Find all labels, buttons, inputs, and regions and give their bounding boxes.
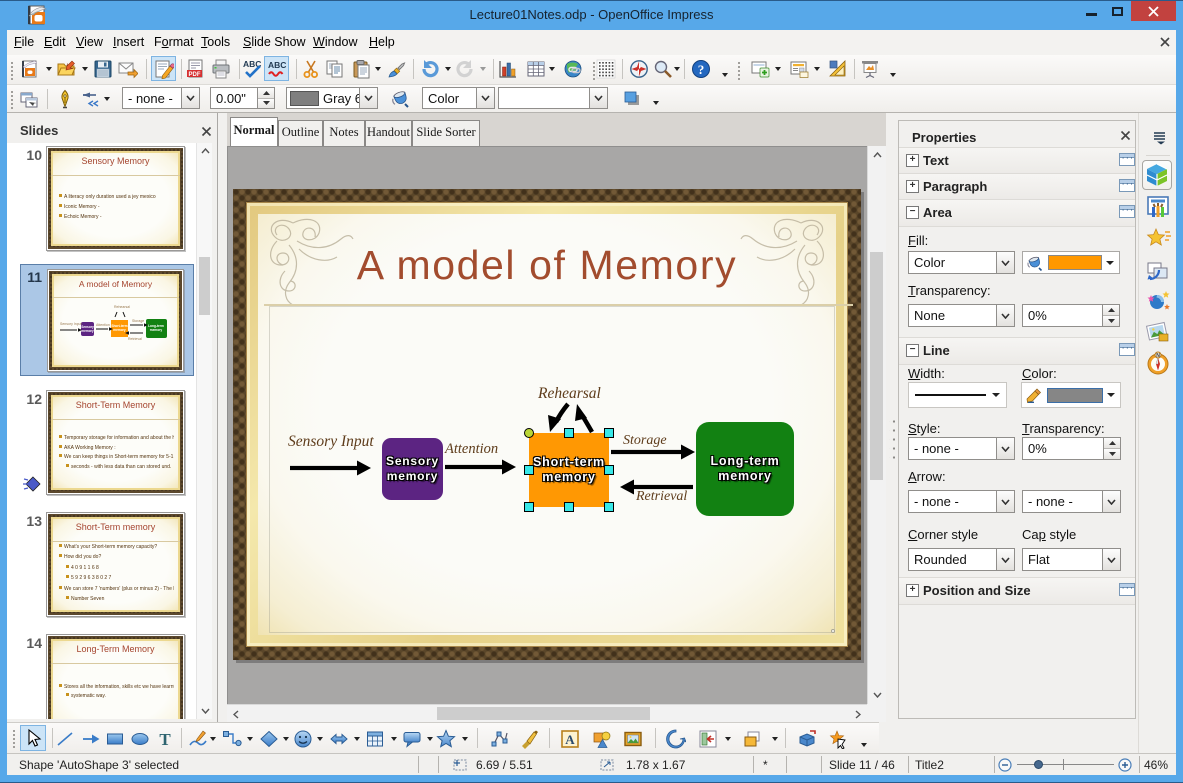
svg-text:Sensory Input: Sensory Input — [60, 322, 82, 326]
svg-text:memory: memory — [81, 329, 94, 333]
svg-text:Retrieval: Retrieval — [128, 337, 142, 341]
svg-text:?: ? — [698, 62, 705, 77]
svg-text:memory: memory — [113, 328, 126, 332]
svg-text:T: T — [159, 730, 171, 749]
svg-text:Storage: Storage — [132, 319, 144, 323]
svg-text:memory: memory — [150, 328, 163, 332]
svg-text:A: A — [565, 732, 575, 747]
svg-text:PDF: PDF — [189, 72, 201, 78]
svg-text:ABC: ABC — [268, 60, 286, 70]
svg-text:Attention: Attention — [96, 323, 110, 327]
svg-text:Rehearsal: Rehearsal — [114, 305, 130, 309]
svg-text:N: N — [1156, 353, 1160, 359]
